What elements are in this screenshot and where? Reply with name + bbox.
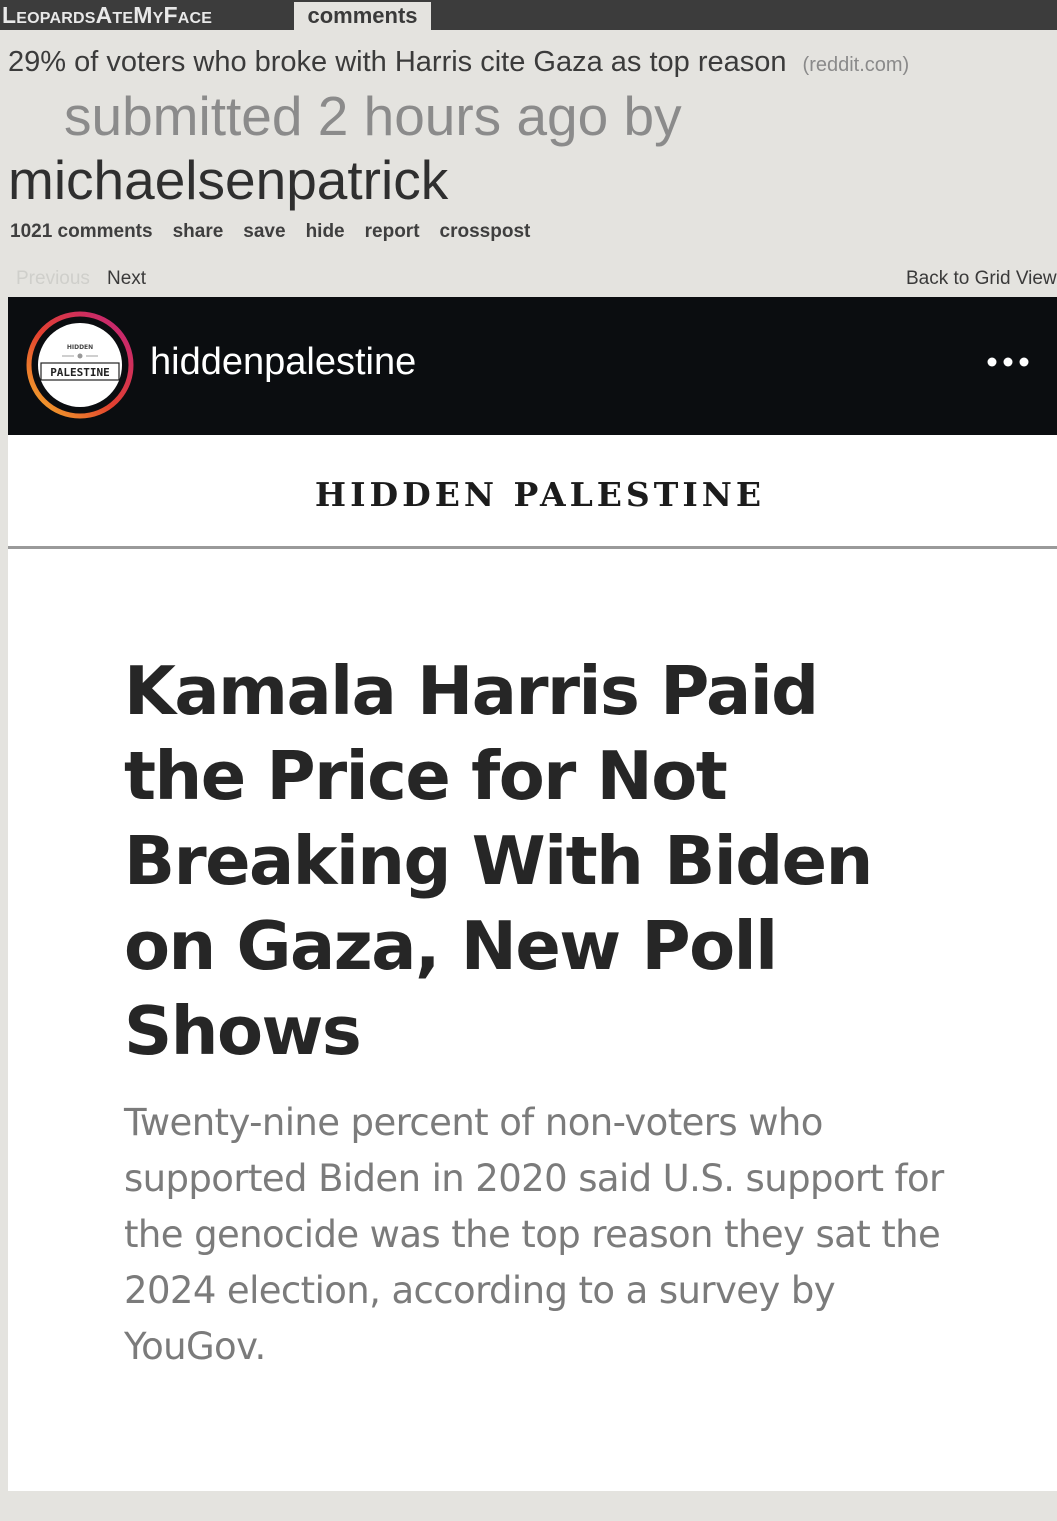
previous-link[interactable]: Previous <box>16 266 90 292</box>
instagram-username[interactable]: hiddenpalestine <box>150 337 416 387</box>
publication-masthead: HIDDEN PALESTINE <box>8 435 1057 549</box>
more-horizontal-icon[interactable] <box>986 351 1030 373</box>
embedded-image: HIDDEN PALESTINE hiddenpalestine HIDDEN … <box>8 297 1057 1491</box>
post-title-row: 29% of voters who broke with Harris cite… <box>8 42 1048 82</box>
post-actions: 1021 comments share save hide report cro… <box>10 218 530 246</box>
tab-comments[interactable]: comments <box>294 2 431 30</box>
avatar-text-main: PALESTINE <box>50 366 110 379</box>
subreddit-name[interactable]: LeopardsAteMyFace <box>0 0 218 30</box>
save-link[interactable]: save <box>243 218 285 246</box>
article-headline: Kamala Harris Paid the Price for Not Bre… <box>124 652 873 1070</box>
top-header-bar: LeopardsAteMyFace comments <box>0 0 1057 30</box>
avatar-text-top: HIDDEN <box>67 344 93 351</box>
crosspost-link[interactable]: crosspost <box>440 218 531 246</box>
instagram-header: HIDDEN PALESTINE hiddenpalestine <box>8 297 1057 435</box>
hide-link[interactable]: hide <box>306 218 345 246</box>
comments-link[interactable]: 1021 comments <box>10 218 153 246</box>
submitted-time: submitted 2 hours ago by <box>64 85 682 147</box>
next-link[interactable]: Next <box>107 266 146 292</box>
article-subheadline: Twenty-nine percent of non-voters who su… <box>124 1101 944 1368</box>
report-link[interactable]: report <box>365 218 420 246</box>
post-author[interactable]: michaelsenpatrick <box>8 148 448 212</box>
back-to-grid-link[interactable]: Back to Grid View <box>906 266 1057 292</box>
post-title[interactable]: 29% of voters who broke with Harris cite… <box>8 46 787 78</box>
share-link[interactable]: share <box>173 218 224 246</box>
masthead-title: HIDDEN PALESTINE <box>314 475 766 514</box>
post-domain[interactable]: (reddit.com) <box>803 54 910 76</box>
avatar[interactable]: HIDDEN PALESTINE <box>26 311 134 419</box>
